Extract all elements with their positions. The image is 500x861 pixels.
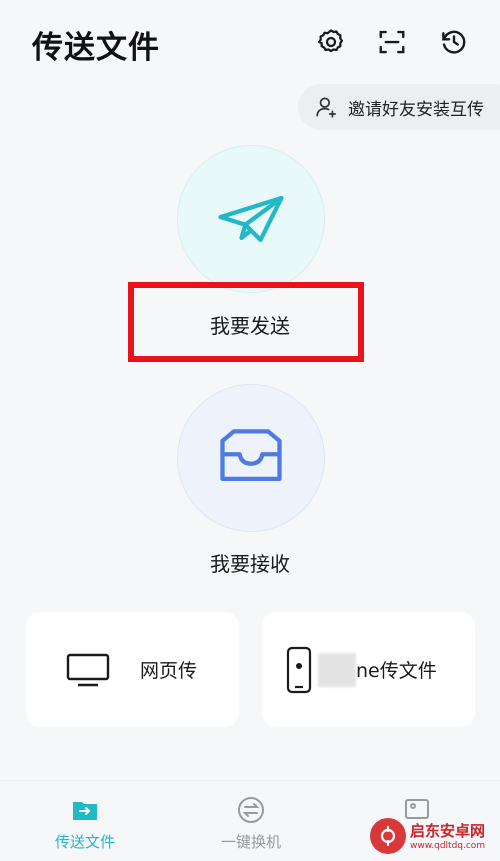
blurred-text <box>318 652 356 687</box>
gear-icon[interactable] <box>314 25 348 59</box>
monitor-icon <box>66 653 110 686</box>
send-button[interactable] <box>177 145 325 293</box>
history-icon[interactable] <box>437 25 471 59</box>
watermark: 启东安卓网 www.qdltdq.com <box>370 810 500 861</box>
web-transfer-card[interactable]: 网页传 <box>26 612 239 727</box>
paper-plane-icon <box>218 195 284 243</box>
invite-label: 邀请好友安装互传 <box>348 99 484 120</box>
web-transfer-label: 网页传 <box>140 660 198 682</box>
header: 传送文件 <box>0 0 500 90</box>
nav-label-transfer: 传送文件 <box>54 833 115 851</box>
invite-friends-button[interactable]: 邀请好友安装互传 <box>298 84 500 130</box>
nav-item-transfer[interactable]: 传送文件 <box>20 781 150 861</box>
iphone-transfer-card[interactable]: ne传文件 <box>262 612 475 727</box>
watermark-name: 启东安卓网 <box>410 822 486 840</box>
swap-icon <box>238 797 264 823</box>
iphone-transfer-label: ne传文件 <box>356 660 437 682</box>
iphone-icon <box>286 646 312 693</box>
watermark-logo <box>370 817 406 854</box>
folder-transfer-icon <box>73 802 97 820</box>
add-user-icon <box>316 97 336 118</box>
page-title: 传送文件 <box>32 30 160 66</box>
inbox-icon <box>220 429 282 482</box>
watermark-url: www.qdltdq.com <box>410 841 486 851</box>
scan-icon[interactable] <box>375 25 409 59</box>
nav-item-swap[interactable]: 一键换机 <box>186 781 316 861</box>
receive-button[interactable] <box>177 384 325 532</box>
nav-label-swap: 一键换机 <box>220 833 281 851</box>
send-label[interactable]: 我要发送 <box>0 310 500 339</box>
receive-label[interactable]: 我要接收 <box>0 548 500 577</box>
